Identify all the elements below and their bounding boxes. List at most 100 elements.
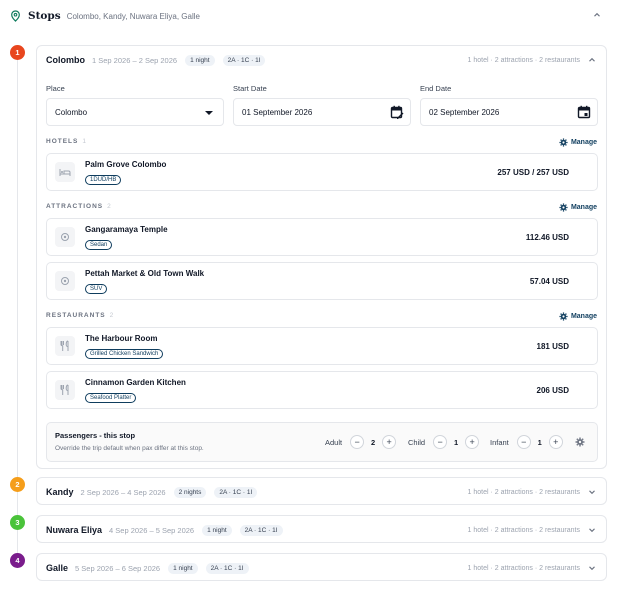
place-value: Colombo <box>55 107 88 117</box>
stop-card-colombo: Colombo 1 Sep 2026 – 2 Sep 2026 1 night … <box>36 45 607 469</box>
pax-badge: 2A · 1C · 1I <box>205 562 249 574</box>
stop-number-badge: 4 <box>10 553 25 568</box>
restaurant-tag: Seafood Platter <box>85 393 137 403</box>
nights-badge: 1 night <box>168 562 198 574</box>
pax-badge: 2A · 1C · 1I <box>222 54 266 66</box>
passengers-subtitle: Override the trip default when pax diffe… <box>55 445 204 452</box>
child-stepper: Child − 1 + <box>408 435 480 449</box>
attraction-price: 112.46 USD <box>525 233 569 242</box>
stop-card-header[interactable]: Galle 5 Sep 2026 – 6 Sep 2026 1 night 2A… <box>37 554 606 582</box>
attractions-title: ATTRACTIONS <box>46 203 104 210</box>
manage-label: Manage <box>570 313 597 320</box>
stop-card-header[interactable]: Kandy 2 Sep 2026 – 4 Sep 2026 2 nights 2… <box>37 478 606 506</box>
infant-count: 1 <box>537 437 542 447</box>
child-count: 1 <box>454 437 459 447</box>
restaurants-count: 2 <box>109 312 115 319</box>
restaurants-title: RESTAURANTS <box>46 312 106 319</box>
restaurant-tag: Grilled Chicken Sandwich <box>85 349 164 359</box>
stop-summary: 1 hotel · 2 attractions · 2 restaurants <box>467 488 580 496</box>
restaurant-price: 206 USD <box>536 386 569 395</box>
restaurant-price: 181 USD <box>536 342 569 351</box>
minus-icon[interactable]: − <box>350 435 365 449</box>
restaurants-manage-button[interactable]: Manage <box>559 312 597 321</box>
section-title: Stops <box>28 10 61 22</box>
hotel-price: 257 USD / 257 USD <box>497 168 569 177</box>
place-select[interactable]: Colombo <box>46 98 224 126</box>
attraction-item[interactable]: Gangaramaya Temple Sedan 112.46 USD <box>46 218 598 256</box>
stop-number-badge: 3 <box>10 515 25 530</box>
stop-card-galle[interactable]: Galle 5 Sep 2026 – 6 Sep 2026 1 night 2A… <box>36 553 607 581</box>
caret-down-icon <box>205 111 213 115</box>
attraction-item[interactable]: Pettah Market & Old Town Walk SUV 57.04 … <box>46 262 598 300</box>
hotels-manage-button[interactable]: Manage <box>559 138 597 147</box>
chevron-down-icon[interactable] <box>587 525 597 535</box>
attraction-name: Gangaramaya Temple <box>85 225 168 234</box>
nights-badge: 2 nights <box>173 486 207 498</box>
stop-number-badge: 1 <box>10 45 25 60</box>
chevron-up-icon[interactable] <box>587 55 597 65</box>
passengers-title: Passengers - this stop <box>55 431 136 440</box>
start-date-input[interactable]: 01 September 2026 <box>233 98 411 126</box>
gear-icon[interactable] <box>575 437 585 447</box>
attraction-price: 57.04 USD <box>529 277 569 286</box>
chevron-up-icon[interactable] <box>592 10 604 22</box>
route-summary: Colombo, Kandy, Nuwara Eliya, Galle <box>66 11 200 21</box>
stop-city: Nuwara Eliya <box>46 525 103 535</box>
cutlery-icon <box>55 336 75 356</box>
chevron-down-icon[interactable] <box>587 487 597 497</box>
restaurant-item[interactable]: The Harbour Room Grilled Chicken Sandwic… <box>46 327 598 365</box>
attraction-icon <box>55 227 75 247</box>
restaurant-name: The Harbour Room <box>85 334 158 343</box>
stop-city: Colombo <box>46 55 85 65</box>
calendar-edit-icon[interactable] <box>390 105 404 119</box>
infant-stepper: Infant − 1 + <box>490 435 563 449</box>
stop-number-badge: 2 <box>10 477 25 492</box>
start-date-value: 01 September 2026 <box>242 107 313 117</box>
gear-icon <box>559 203 568 212</box>
hotel-item[interactable]: Palm Grove Colombo 1DUD/HB 257 USD / 257… <box>46 153 598 191</box>
calendar-icon[interactable] <box>577 105 591 119</box>
stop-card-nuwara-eliya[interactable]: Nuwara Eliya 4 Sep 2026 – 5 Sep 2026 1 n… <box>36 515 607 543</box>
cutlery-icon <box>55 380 75 400</box>
passengers-panel: Passengers - this stop Override the trip… <box>46 422 598 462</box>
hotel-name: Palm Grove Colombo <box>85 160 167 169</box>
manage-label: Manage <box>570 139 597 146</box>
adult-count: 2 <box>371 437 376 447</box>
infant-label: Infant <box>490 437 509 447</box>
place-label: Place <box>46 84 65 93</box>
minus-icon[interactable]: − <box>516 435 531 449</box>
stop-summary: 1 hotel · 2 attractions · 2 restaurants <box>467 564 580 572</box>
hotels-section-title: HOTELS 1 <box>46 138 87 145</box>
adult-stepper: Adult − 2 + <box>325 435 397 449</box>
nights-badge: 1 night <box>185 54 215 66</box>
plus-icon[interactable]: + <box>548 435 563 449</box>
stop-card-header[interactable]: Nuwara Eliya 4 Sep 2026 – 5 Sep 2026 1 n… <box>37 516 606 544</box>
pax-badge: 2A · 1C · 1I <box>239 524 283 536</box>
stop-dates: 1 Sep 2026 – 2 Sep 2026 <box>92 55 178 65</box>
restaurant-name: Cinnamon Garden Kitchen <box>85 378 186 387</box>
end-date-value: 02 September 2026 <box>429 107 500 117</box>
stop-dates: 4 Sep 2026 – 5 Sep 2026 <box>109 525 195 535</box>
restaurant-item[interactable]: Cinnamon Garden Kitchen Seafood Platter … <box>46 371 598 409</box>
hotels-count: 1 <box>82 138 87 145</box>
attraction-name: Pettah Market & Old Town Walk <box>85 269 205 278</box>
minus-icon[interactable]: − <box>433 435 448 449</box>
stop-card-kandy[interactable]: Kandy 2 Sep 2026 – 4 Sep 2026 2 nights 2… <box>36 477 607 505</box>
stop-dates: 5 Sep 2026 – 6 Sep 2026 <box>75 563 161 573</box>
plus-icon[interactable]: + <box>382 435 397 449</box>
stop-card-header[interactable]: Colombo 1 Sep 2026 – 2 Sep 2026 1 night … <box>37 46 606 74</box>
attraction-tag: Sedan <box>85 240 113 250</box>
chevron-down-icon[interactable] <box>587 563 597 573</box>
stop-summary: 1 hotel · 2 attractions · 2 restaurants <box>467 56 580 64</box>
map-pin-icon <box>10 10 22 22</box>
pax-badge: 2A · 1C · 1I <box>214 486 258 498</box>
bed-icon <box>55 162 75 182</box>
gear-icon <box>559 138 568 147</box>
attractions-manage-button[interactable]: Manage <box>559 203 597 212</box>
plus-icon[interactable]: + <box>465 435 480 449</box>
stops-header: Stops Colombo, Kandy, Nuwara Eliya, Gall… <box>10 6 610 26</box>
start-date-label: Start Date <box>233 84 267 93</box>
end-date-input[interactable]: 02 September 2026 <box>420 98 598 126</box>
attraction-icon <box>55 271 75 291</box>
nights-badge: 1 night <box>202 524 232 536</box>
